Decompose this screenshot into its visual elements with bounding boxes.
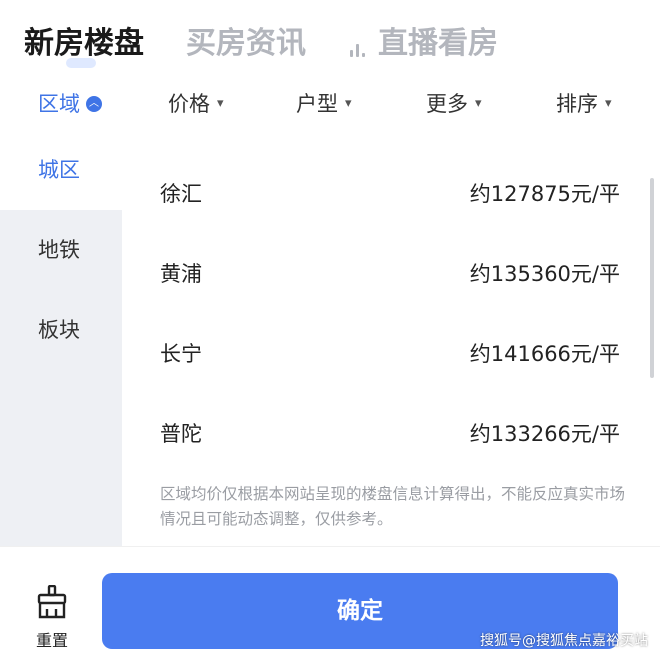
filter-price[interactable]: 价格 ▾: [168, 88, 224, 120]
filter-price-label: 价格: [168, 92, 210, 116]
list-scrollbar[interactable]: [650, 178, 654, 378]
area-filter-panel: 城区 地铁 板块 徐汇 约127875元/平 黄浦 约135360元/平 长宁 …: [0, 130, 660, 546]
broom-icon: [36, 584, 68, 623]
reset-button[interactable]: 重置: [20, 584, 84, 655]
tab-news[interactable]: 买房资讯: [186, 24, 306, 64]
district-avg-price: 约133266元/平: [469, 422, 620, 446]
filter-more[interactable]: 更多 ▾: [426, 88, 482, 120]
filter-sort-label: 排序: [556, 92, 598, 116]
district-avg-price: 约141666元/平: [469, 342, 620, 366]
collapse-circle-icon: ︿: [86, 96, 102, 112]
filter-sort[interactable]: 排序 ▾: [556, 88, 612, 120]
sidebar-item-block[interactable]: 板块: [0, 290, 122, 370]
sidebar-item-district[interactable]: 城区: [0, 130, 122, 210]
sidebar-item-metro[interactable]: 地铁: [0, 210, 122, 290]
district-avg-price: 约135360元/平: [469, 262, 620, 286]
list-item[interactable]: 普陀 约133266元/平: [122, 394, 642, 474]
district-avg-price: 约127875元/平: [469, 182, 620, 206]
area-category-sidebar: 城区 地铁 板块: [0, 130, 122, 546]
watermark: 搜狐号@搜狐焦点嘉裕买站: [480, 633, 648, 649]
chevron-down-icon: ▾: [345, 96, 352, 111]
filter-more-label: 更多: [426, 92, 468, 116]
chevron-down-icon: ▾: [475, 96, 482, 111]
district-name: 黄浦: [160, 262, 202, 286]
chevron-down-icon: ▾: [217, 96, 224, 111]
tab-live-label: 直播看房: [378, 26, 498, 61]
reset-label: 重置: [35, 631, 68, 650]
tab-live[interactable]: 直播看房: [348, 24, 498, 64]
bottom-action-bar: 重置 确定 搜狐号@搜狐焦点嘉裕买站: [0, 546, 660, 660]
tab-active-indicator: [66, 58, 96, 68]
chevron-down-icon: ▾: [605, 96, 612, 111]
district-list: 徐汇 约127875元/平 黄浦 约135360元/平 长宁 约141666元/…: [122, 130, 660, 546]
top-tab-bar: 新房楼盘 买房资讯 直播看房: [0, 0, 660, 88]
filter-area-label: 区域: [38, 92, 80, 116]
filter-bar: 区域 ︿ 价格 ▾ 户型 ▾ 更多 ▾ 排序 ▾: [0, 82, 660, 128]
price-disclaimer: 区域均价仅根据本网站呈现的楼盘信息计算得出，不能反应真实市场情况且可能动态调整，…: [160, 485, 626, 528]
list-item[interactable]: 徐汇 约127875元/平: [122, 154, 642, 234]
live-bars-icon: [348, 35, 370, 57]
district-name: 长宁: [160, 342, 202, 366]
list-item[interactable]: 黄浦 约135360元/平: [122, 234, 642, 314]
filter-type-label: 户型: [296, 92, 338, 116]
district-name: 徐汇: [160, 182, 202, 206]
district-name: 普陀: [160, 422, 202, 446]
list-item[interactable]: 长宁 约141666元/平: [122, 314, 642, 394]
filter-type[interactable]: 户型 ▾: [296, 88, 352, 120]
filter-area[interactable]: 区域 ︿: [38, 88, 102, 120]
